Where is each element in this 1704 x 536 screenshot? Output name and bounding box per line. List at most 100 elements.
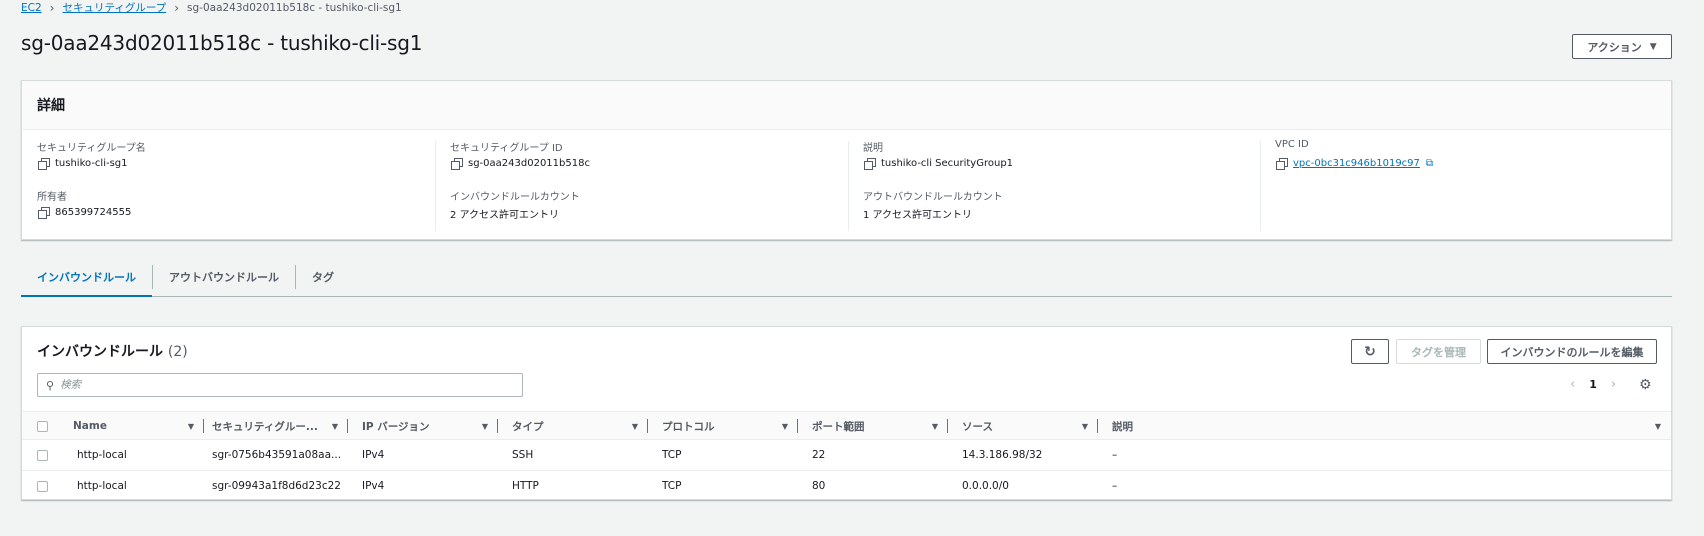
sort-icon: ▼: [331, 421, 338, 431]
vpc-id-link[interactable]: vpc-0bc31c946b1019c97: [1293, 158, 1420, 169]
tab-bar: インバウンドルール アウトバウンドルール タグ: [21, 258, 1672, 297]
owner-field: 所有者 865399724555: [37, 188, 132, 219]
cell-rule-id: sgr-09943a1f8d6d23c22: [212, 480, 341, 492]
sg-name-label: セキュリティグループ名: [37, 143, 146, 154]
cell-description: –: [1112, 480, 1118, 492]
column-resizer[interactable]: [1097, 419, 1098, 433]
cell-port-range: 22: [812, 449, 826, 461]
cell-ip-version: IPv4: [362, 449, 385, 461]
column-resizer[interactable]: [347, 419, 348, 433]
sort-icon: ▼: [1654, 421, 1661, 431]
column-label: Name: [73, 420, 107, 432]
select-all-checkbox[interactable]: [37, 420, 48, 432]
table-row[interactable]: http-local sgr-0756b43591a08aa... IPv4 S…: [22, 440, 1671, 471]
tab-outbound-rules[interactable]: アウトバウンドルール: [153, 258, 295, 296]
cell-ip-version: IPv4: [362, 480, 385, 492]
cell-rule-id: sgr-0756b43591a08aa...: [212, 449, 342, 461]
tab-inbound-rules[interactable]: インバウンドルール: [21, 258, 152, 297]
inbound-rules-title: インバウンドルール (2): [37, 341, 188, 361]
cell-name: http-local: [77, 480, 127, 492]
column-header-description[interactable]: 説明 ▼: [1112, 412, 1663, 440]
inbound-rules-count: (2): [167, 344, 188, 360]
sg-name-value: tushiko-cli-sg1: [55, 157, 128, 169]
copy-icon[interactable]: [37, 206, 50, 219]
chevron-left-icon[interactable]: ‹: [1570, 377, 1575, 392]
refresh-button[interactable]: ↻: [1351, 339, 1389, 364]
outbound-count-value: 1 アクセス許可エントリ: [863, 210, 973, 221]
column-label: ソース: [962, 420, 993, 433]
column-resizer[interactable]: [947, 419, 948, 433]
cell-name: http-local: [77, 449, 127, 461]
chevron-right-icon: ›: [174, 0, 180, 15]
inbound-rules-title-text: インバウンドルール: [37, 344, 163, 360]
column-header-port-range[interactable]: ポート範囲 ▼: [812, 412, 948, 440]
caret-down-icon: ▼: [1649, 41, 1657, 52]
chevron-right-icon: ›: [49, 0, 55, 15]
owner-value: 865399724555: [55, 206, 132, 218]
column-header-name[interactable]: Name ▼: [73, 412, 204, 440]
column-label: セキュリティグルー...: [212, 420, 318, 433]
cell-protocol: TCP: [662, 449, 682, 461]
tab-tags[interactable]: タグ: [296, 258, 350, 296]
column-header-rule-id[interactable]: セキュリティグルー... ▼: [212, 412, 348, 440]
copy-icon[interactable]: [450, 157, 463, 170]
breadcrumb-ec2-link[interactable]: EC2: [21, 2, 42, 14]
details-panel: 詳細 セキュリティグループ名 tushiko-cli-sg1 所有者 86539…: [21, 80, 1672, 240]
column-resizer[interactable]: [797, 419, 798, 433]
column-resizer[interactable]: [497, 419, 498, 433]
column-header-type[interactable]: タイプ ▼: [512, 412, 648, 440]
sg-id-field: セキュリティグループ ID sg-0aa243d02011b518c: [450, 139, 590, 170]
column-label: ポート範囲: [812, 420, 865, 433]
search-icon: ⚲: [46, 378, 55, 392]
breadcrumb-current: sg-0aa243d02011b518c - tushiko-cli-sg1: [187, 1, 402, 14]
breadcrumb: EC2 › セキュリティグループ › sg-0aa243d02011b518c …: [21, 0, 402, 15]
outbound-count-label: アウトバウンドルールカウント: [863, 192, 1003, 203]
search-input[interactable]: [60, 379, 501, 391]
column-header-protocol[interactable]: プロトコル ▼: [662, 412, 798, 440]
column-divider: [848, 141, 849, 231]
sg-id-label: セキュリティグループ ID: [450, 143, 563, 154]
column-label: タイプ: [512, 420, 544, 433]
column-resizer[interactable]: [647, 419, 648, 433]
sort-icon: ▼: [1081, 421, 1088, 431]
details-header: 詳細: [22, 81, 1671, 130]
edit-inbound-rules-button[interactable]: インバウンドのルールを編集: [1487, 339, 1657, 364]
gear-icon[interactable]: ⚙: [1639, 377, 1652, 393]
column-divider: [435, 141, 436, 231]
inbound-count-field: インバウンドルールカウント 2 アクセス許可エントリ: [450, 188, 580, 221]
actions-button-label: アクション: [1587, 40, 1642, 54]
select-all-cell: [37, 412, 63, 440]
column-resizer[interactable]: [203, 419, 204, 433]
breadcrumb-security-groups-link[interactable]: セキュリティグループ: [62, 0, 166, 15]
cell-description: –: [1112, 449, 1118, 461]
sg-id-value: sg-0aa243d02011b518c: [468, 157, 590, 169]
manage-tags-button[interactable]: タグを管理: [1396, 339, 1481, 364]
page-number[interactable]: 1: [1589, 378, 1597, 391]
external-link-icon: ⧉: [1425, 157, 1434, 169]
vpc-id-field: VPC ID vpc-0bc31c946b1019c97 ⧉: [1275, 139, 1434, 170]
row-checkbox[interactable]: [37, 449, 48, 461]
column-divider: [1260, 141, 1261, 231]
copy-icon[interactable]: [37, 157, 50, 170]
search-box: ⚲: [37, 373, 523, 397]
sort-icon: ▼: [931, 421, 938, 431]
inbound-rules-table: Name ▼ セキュリティグルー... ▼ IP バージョン ▼ タイプ ▼ プ…: [22, 411, 1671, 502]
sort-icon: ▼: [187, 421, 194, 431]
column-header-ip-version[interactable]: IP バージョン ▼: [362, 412, 498, 440]
cell-type: SSH: [512, 449, 534, 461]
sort-icon: ▼: [481, 421, 488, 431]
description-field: 説明 tushiko-cli SecurityGroup1: [863, 139, 1013, 170]
actions-button[interactable]: アクション ▼: [1572, 34, 1672, 59]
cell-type: HTTP: [512, 480, 539, 492]
copy-icon[interactable]: [1275, 157, 1288, 170]
column-header-source[interactable]: ソース ▼: [962, 412, 1098, 440]
copy-icon[interactable]: [863, 157, 876, 170]
description-label: 説明: [863, 143, 883, 154]
outbound-count-field: アウトバウンドルールカウント 1 アクセス許可エントリ: [863, 188, 1003, 221]
table-header: Name ▼ セキュリティグルー... ▼ IP バージョン ▼ タイプ ▼ プ…: [22, 411, 1671, 440]
chevron-right-icon[interactable]: ›: [1611, 377, 1616, 392]
column-label: IP バージョン: [362, 420, 430, 433]
column-label: 説明: [1112, 420, 1133, 433]
row-checkbox[interactable]: [37, 480, 48, 492]
table-row[interactable]: http-local sgr-09943a1f8d6d23c22 IPv4 HT…: [22, 471, 1671, 502]
